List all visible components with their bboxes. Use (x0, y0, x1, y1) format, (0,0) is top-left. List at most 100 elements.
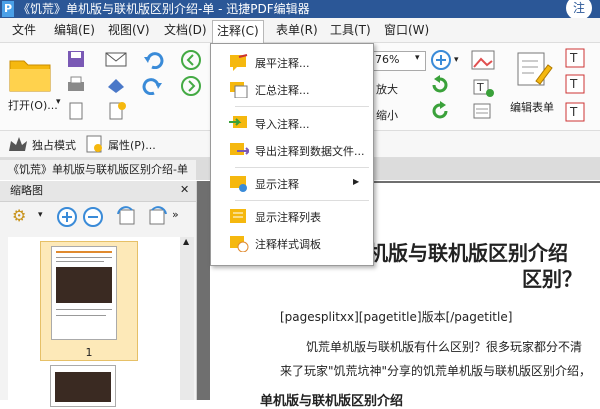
print-icon[interactable] (66, 75, 86, 95)
menu-item-flatten-annotations[interactable]: 展平注释... (211, 49, 373, 75)
svg-text:T: T (476, 81, 484, 94)
rotate-left-icon[interactable] (430, 75, 450, 95)
rotate-page-left-icon[interactable] (116, 206, 140, 228)
svg-text:T: T (569, 51, 578, 65)
email-icon[interactable] (104, 49, 130, 69)
exclusive-mode-button[interactable]: 独占模式 (32, 137, 76, 153)
app-logo-icon: P (2, 1, 14, 17)
thumbnail-image (56, 267, 112, 303)
page-number: 1 (85, 346, 93, 359)
flatten-annotation-icon (230, 54, 248, 71)
callout-text-icon[interactable]: T (564, 101, 586, 123)
new-page-icon[interactable] (104, 101, 130, 121)
show-annotation-icon (230, 176, 247, 192)
gear-icon[interactable]: ⚙ (12, 206, 26, 225)
menu-item-export-annotations[interactable]: 导出注释到数据文件... (211, 137, 373, 163)
close-button[interactable]: 注 (566, 0, 592, 20)
menu-item-import-annotations[interactable]: 导入注释... (211, 110, 373, 136)
thumbnail-image (55, 372, 111, 402)
document-tab[interactable]: 《饥荒》单机版与联机版区别介绍-单 (0, 160, 196, 180)
menu-item-label: 显示注释列表 (255, 211, 321, 224)
thumbnail-title: 缩略图 (10, 184, 43, 197)
import-annotation-icon (229, 116, 247, 128)
export-annotation-icon (230, 143, 249, 155)
style-palette-icon (230, 236, 249, 252)
thumbnail-page-1[interactable]: 1 (40, 241, 138, 361)
text-insert-icon[interactable]: T (470, 77, 498, 99)
edit-form-icon[interactable] (514, 49, 554, 89)
menu-annotation[interactable]: 注释(C) (212, 20, 264, 43)
rotate-page-right-icon[interactable] (144, 206, 168, 228)
gear-dropdown-icon[interactable]: ▾ (38, 210, 43, 220)
document-paragraph-1: 饥荒单机版与联机版有什么区别？很多玩家都分不清 (306, 340, 583, 354)
window-title: 《饥荒》单机版与联机版区别介绍-单 - 迅捷PDF编辑器 (18, 2, 310, 16)
chevron-down-icon: ▾ (415, 53, 420, 63)
menu-item-label: 导入注释... (255, 118, 310, 131)
menu-item-label: 导出注释到数据文件... (255, 145, 365, 158)
annotation-dropdown-menu: 展平注释... 汇总注释... 导入注释... 导出注释到数据文件... 显示注… (210, 43, 374, 266)
thumbnail-list: 1 (8, 237, 180, 407)
edit-form-button[interactable]: 编辑表单 (510, 99, 554, 115)
menu-item-annotation-list[interactable]: 显示注释列表 (211, 203, 373, 229)
open-dropdown-icon[interactable]: ▾ (56, 97, 61, 107)
document-heading-line1: 机版与联机版区别介绍 (368, 241, 568, 265)
zoom-in-label[interactable]: 放大 (376, 81, 398, 97)
document-icon[interactable] (66, 101, 86, 121)
open-button[interactable]: 打开(O)... (8, 97, 58, 113)
pin-icon[interactable]: ✕ (180, 183, 189, 196)
thumbnail-preview (51, 246, 117, 340)
folder-icon[interactable] (8, 53, 52, 93)
menu-view[interactable]: 视图(V) (104, 21, 154, 39)
zoom-out-label[interactable]: 缩小 (376, 107, 398, 123)
submenu-arrow-icon: ▶ (353, 177, 360, 186)
properties-button[interactable]: 属性(P)... (108, 137, 156, 153)
menu-item-label: 注释样式调板 (255, 238, 321, 251)
menu-item-annotation-style-palette[interactable]: 注释样式调板 (211, 230, 373, 256)
redo-icon[interactable] (142, 77, 164, 95)
menu-file[interactable]: 文件 (8, 21, 40, 39)
annotation-list-icon (230, 209, 246, 223)
summarize-annotation-icon (230, 82, 248, 98)
svg-text:T: T (569, 105, 578, 119)
menu-bar: 文件 编辑(E) 视图(V) 文档(D) 注释(C) 表单(R) 工具(T) 窗… (0, 18, 600, 43)
thumbnail-scrollbar[interactable]: ▲ (180, 237, 194, 400)
menu-document[interactable]: 文档(D) (160, 21, 211, 39)
image-insert-icon[interactable] (470, 47, 498, 75)
zoom-out-thumbnail-icon[interactable] (82, 206, 104, 228)
text-box-icon[interactable]: T (564, 73, 586, 95)
title-bar: P 《饥荒》单机版与联机版区别介绍-单 - 迅捷PDF编辑器 注 (0, 0, 600, 20)
zoom-select[interactable]: 76% ▾ (372, 51, 426, 71)
menu-edit[interactable]: 编辑(E) (50, 21, 99, 39)
menu-form[interactable]: 表单(R) (272, 21, 322, 39)
document-paragraph-2: 来了玩家"饥荒坑神"分享的饥荒单机版与联机版区别介绍， (280, 364, 592, 378)
properties-icon[interactable] (84, 134, 106, 154)
scroll-up-icon[interactable]: ▲ (183, 237, 189, 246)
form-field-icon[interactable] (470, 101, 498, 123)
save-icon[interactable] (66, 49, 86, 69)
menu-item-label: 显示注释 (255, 178, 299, 191)
undo-icon[interactable] (142, 51, 164, 69)
zoom-value: 76% (375, 53, 400, 66)
menu-item-summarize-annotations[interactable]: 汇总注释... (211, 76, 373, 102)
document-heading-line2: 区别？ (522, 267, 582, 291)
rotate-right-icon[interactable] (430, 101, 450, 121)
back-icon[interactable] (180, 49, 202, 71)
thumbnail-panel: 缩略图 ✕ ⚙ ▾ » 1 ▲ (0, 181, 197, 407)
exclusive-mode-icon[interactable] (6, 135, 28, 153)
menu-tools[interactable]: 工具(T) (326, 21, 375, 39)
menu-item-label: 展平注释... (255, 57, 310, 70)
forward-icon[interactable] (180, 75, 202, 97)
zoom-dropdown-icon[interactable]: ▾ (454, 55, 459, 65)
menu-separator (235, 106, 369, 107)
more-options-icon[interactable]: » (172, 208, 179, 221)
zoom-in-thumbnail-icon[interactable] (56, 206, 78, 228)
thumbnail-tools: ⚙ ▾ » (0, 202, 196, 230)
menu-separator (235, 167, 369, 168)
text-field-icon[interactable]: T (564, 47, 586, 69)
fill-color-icon[interactable] (104, 75, 130, 95)
pagesplit-text: [pagesplitxx][pagetitle]版本[/pagetitle] (280, 310, 513, 324)
thumbnail-page-2[interactable] (50, 365, 116, 407)
menu-window[interactable]: 窗口(W) (380, 21, 433, 39)
zoom-in-icon[interactable] (430, 49, 452, 71)
menu-item-show-annotations[interactable]: 显示注释 ▶ (211, 170, 373, 196)
